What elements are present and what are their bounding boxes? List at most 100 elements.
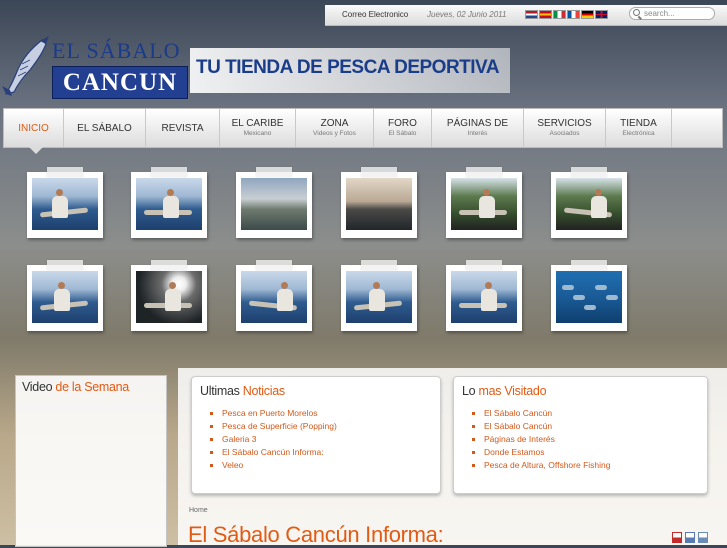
nav-item-foro[interactable]: FORO El Sábalo xyxy=(374,109,432,147)
gallery-photo[interactable] xyxy=(236,260,312,331)
gallery-photo[interactable] xyxy=(27,260,103,331)
title-accent: de la Semana xyxy=(55,380,129,394)
gallery-photo[interactable] xyxy=(341,260,417,331)
breadcrumb[interactable]: Home xyxy=(189,507,208,514)
title-accent: Noticias xyxy=(242,384,285,398)
gallery-photo[interactable] xyxy=(236,167,312,238)
angler-figure xyxy=(163,196,179,218)
school-fish xyxy=(562,285,574,290)
site-logo[interactable]: EL SÁBALO CANCUN xyxy=(0,30,190,102)
latest-news-box: Ultimas Noticias Pesca en Puerto Morelos… xyxy=(191,376,441,494)
news-link[interactable]: Veleo xyxy=(210,459,337,472)
logo-line2: CANCUN xyxy=(62,69,178,96)
nav-label: PÁGINAS DE xyxy=(446,118,509,129)
nav-label: TIENDA xyxy=(620,118,657,129)
popular-link[interactable]: Pesca de Altura, Offshore Fishing xyxy=(471,459,610,472)
angler-figure xyxy=(52,196,68,218)
angler-head xyxy=(485,282,492,289)
angler-head xyxy=(373,282,380,289)
nav-item-servicios[interactable]: SERVICIOS Asociados xyxy=(524,109,606,147)
news-box-title: Ultimas Noticias xyxy=(200,384,285,398)
photo-gallery xyxy=(0,150,727,362)
nav-label: EL SÁBALO xyxy=(77,123,132,134)
gallery-photo[interactable] xyxy=(551,167,627,238)
germany-flag-icon[interactable] xyxy=(581,10,594,19)
news-link[interactable]: Pesca en Puerto Morelos xyxy=(210,407,337,420)
photo-image xyxy=(136,271,202,323)
angler-figure xyxy=(481,289,497,311)
angler-figure xyxy=(369,289,385,311)
search-input[interactable]: search... xyxy=(629,7,715,20)
photo-image xyxy=(556,178,622,230)
nav-label: INICIO xyxy=(18,123,49,134)
photo-image xyxy=(451,178,517,230)
gallery-photo[interactable] xyxy=(27,167,103,238)
tagline: TU TIENDA DE PESCA DEPORTIVA xyxy=(196,57,500,78)
pdf-icon[interactable] xyxy=(672,532,682,543)
angler-figure xyxy=(165,289,181,311)
popular-link[interactable]: El Sábalo Cancún xyxy=(471,420,610,433)
angler-head xyxy=(167,189,174,196)
top-bar: Correo Electronico Jueves, 02 Junio 2011… xyxy=(325,5,727,26)
photo-tape xyxy=(571,260,607,270)
photo-tape xyxy=(466,260,502,270)
popular-link[interactable]: El Sábalo Cancún xyxy=(471,407,610,420)
spain-flag-icon[interactable] xyxy=(539,10,552,19)
popular-box-title: Lo mas Visitado xyxy=(462,384,547,398)
gallery-photo[interactable] xyxy=(446,260,522,331)
nav-item-revista[interactable]: REVISTA xyxy=(146,109,220,147)
article-tools xyxy=(672,532,708,543)
video-of-week-panel: Video de la Semana xyxy=(15,375,167,547)
angler-head xyxy=(483,189,490,196)
nav-item-inicio[interactable]: INICIO xyxy=(4,109,64,147)
photo-tape xyxy=(151,260,187,270)
angler-figure xyxy=(479,196,495,218)
angler-head xyxy=(58,282,65,289)
france-flag-icon[interactable] xyxy=(567,10,580,19)
main-content: Ultimas Noticias Pesca en Puerto Morelos… xyxy=(178,368,727,547)
school-fish xyxy=(584,305,596,310)
netherlands-flag-icon[interactable] xyxy=(525,10,538,19)
photo-image xyxy=(556,271,622,323)
nav-item-tienda[interactable]: TIENDA Electrónica xyxy=(606,109,672,147)
nav-item-zona[interactable]: ZONA Videos y Fotos xyxy=(296,109,374,147)
popular-link[interactable]: Páginas de Interés xyxy=(471,433,610,446)
tarpon-fish-icon xyxy=(2,36,49,96)
title-plain: Lo xyxy=(462,384,479,398)
video-panel-title: Video de la Semana xyxy=(22,380,129,394)
nav-label: EL CARIBE xyxy=(231,118,284,129)
news-list: Pesca en Puerto Morelos Pesca de Superfi… xyxy=(204,407,337,472)
news-link[interactable]: El Sábalo Cancún Informa: xyxy=(210,446,337,459)
search-icon xyxy=(633,9,640,16)
nav-item-el-caribe[interactable]: EL CARIBE Mexicano xyxy=(220,109,296,147)
photo-tape xyxy=(361,260,397,270)
nav-item-paginas-de-interes[interactable]: PÁGINAS DE Interés xyxy=(432,109,524,147)
photo-image xyxy=(32,271,98,323)
nav-label: FORO xyxy=(388,118,417,129)
title-plain: Ultimas xyxy=(200,384,243,398)
gallery-photo[interactable] xyxy=(131,167,207,238)
school-fish xyxy=(595,285,607,290)
print-icon[interactable] xyxy=(685,532,695,543)
photo-tape xyxy=(256,260,292,270)
gallery-photo[interactable] xyxy=(341,167,417,238)
photo-tape xyxy=(256,167,292,177)
nav-sublabel: Interés xyxy=(467,130,488,137)
angler-head xyxy=(56,189,63,196)
news-link[interactable]: Pesca de Superficie (Popping) xyxy=(210,420,337,433)
language-flags xyxy=(525,10,608,19)
gallery-photo[interactable] xyxy=(551,260,627,331)
nav-item-el-sabalo[interactable]: EL SÁBALO xyxy=(64,109,146,147)
gallery-photo[interactable] xyxy=(446,167,522,238)
email-icon[interactable] xyxy=(698,532,708,543)
gallery-photo[interactable] xyxy=(131,260,207,331)
angler-head xyxy=(595,189,602,196)
popular-link[interactable]: Donde Estamos xyxy=(471,446,610,459)
news-link[interactable]: Galeria 3 xyxy=(210,433,337,446)
angler-figure xyxy=(277,289,293,311)
most-visited-box: Lo mas Visitado El Sábalo Cancún El Sába… xyxy=(453,376,708,494)
tagline-banner: TU TIENDA DE PESCA DEPORTIVA xyxy=(190,48,510,93)
italy-flag-icon[interactable] xyxy=(553,10,566,19)
uk-flag-icon[interactable] xyxy=(595,10,608,19)
email-link[interactable]: Correo Electronico xyxy=(342,10,408,19)
